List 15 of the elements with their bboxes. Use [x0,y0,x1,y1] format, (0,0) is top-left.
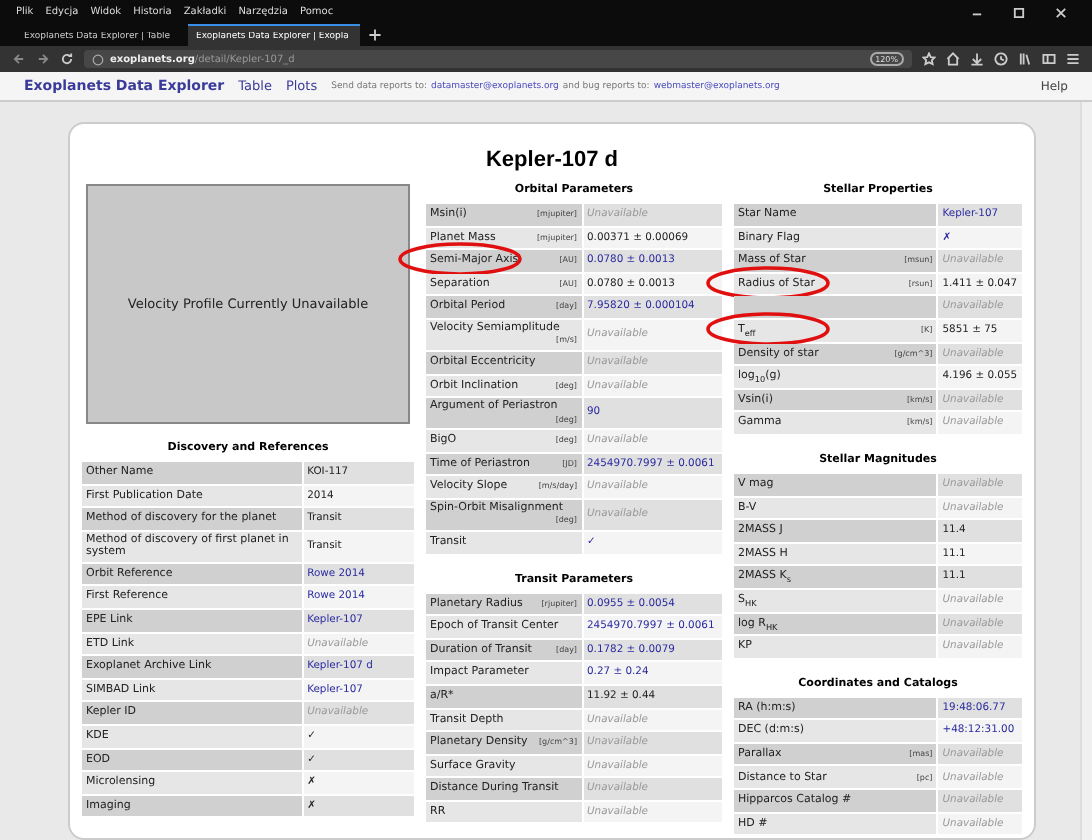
clock-icon[interactable] [994,52,1008,66]
reload-icon[interactable] [60,52,74,66]
planet-title: Kepler-107 d [485,148,619,172]
forward-icon[interactable] [36,52,50,66]
info-icon [92,53,104,65]
home-icon[interactable] [946,52,960,66]
plus-icon[interactable] [368,28,382,42]
download-icon[interactable] [970,52,984,66]
maximize-icon[interactable] [1012,5,1026,19]
back-icon[interactable] [12,52,26,66]
close-icon[interactable] [1054,5,1068,19]
sidebar-icon[interactable] [1042,52,1056,66]
menu-icon[interactable] [1066,52,1080,66]
star-icon[interactable] [922,52,936,66]
library-icon[interactable] [1018,52,1032,66]
